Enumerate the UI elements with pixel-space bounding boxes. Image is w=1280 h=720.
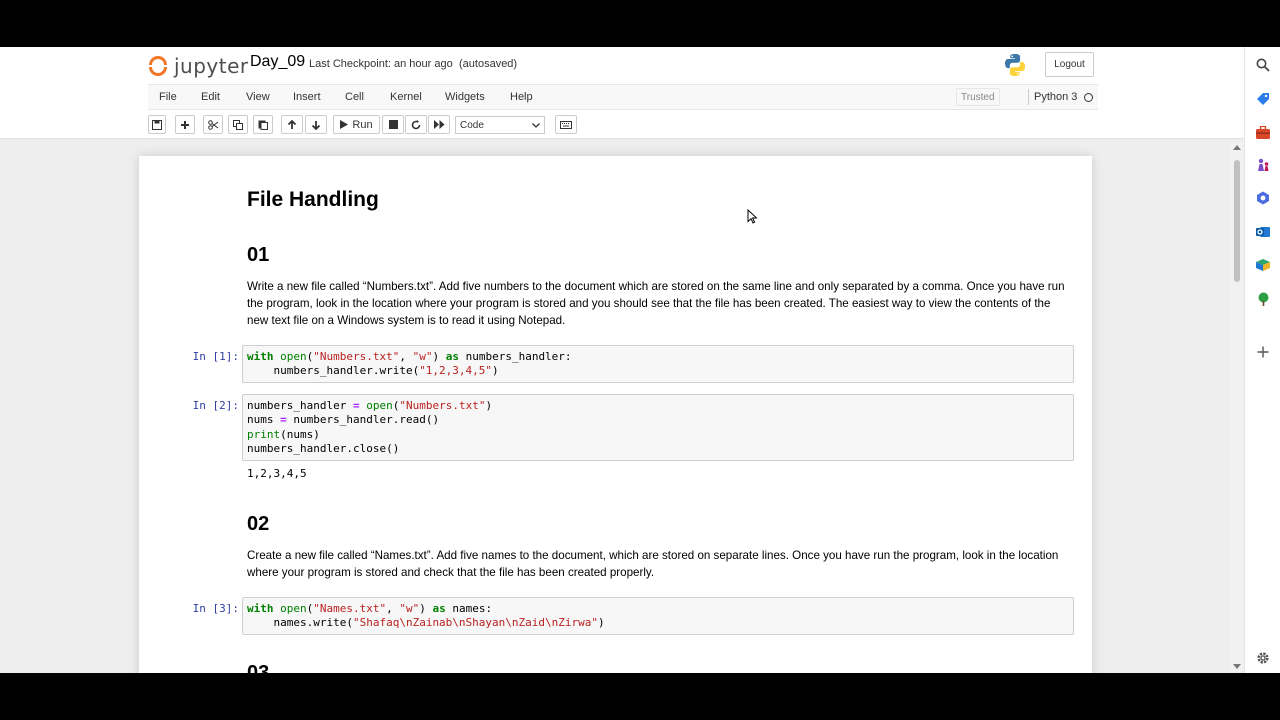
logout-button[interactable]: Logout (1045, 52, 1094, 77)
section-heading-03: 03 (247, 662, 270, 673)
logo-text: jupyter (174, 54, 249, 78)
browser-sidebar (1244, 47, 1280, 673)
keyboard-icon (560, 120, 572, 129)
chess-icon[interactable] (1255, 157, 1271, 173)
cell-type-value: Code (460, 119, 484, 131)
menu-bar: File Edit View Insert Cell Kernel Widget… (148, 84, 1098, 110)
checkpoint-status: Last Checkpoint: an hour ago (309, 58, 453, 70)
jupyter-logo-icon (148, 55, 168, 77)
paste-icon (258, 120, 268, 130)
arrow-up-icon (287, 119, 297, 129)
scroll-up-icon[interactable] (1233, 145, 1241, 150)
menu-file[interactable]: File (159, 91, 177, 103)
drive-icon[interactable] (1255, 257, 1271, 273)
scissors-icon (207, 119, 218, 130)
copy-button[interactable] (228, 115, 248, 134)
refresh-icon (411, 119, 421, 129)
move-up-button[interactable] (281, 115, 303, 134)
notebook-header-area: jupyter Day_09 Last Checkpoint: an hour … (0, 47, 1244, 139)
fast-forward-icon (433, 120, 444, 129)
save-button[interactable] (148, 115, 166, 134)
run-label: Run (352, 118, 373, 131)
kernel-status-icon (1084, 93, 1093, 102)
restart-run-all-button[interactable] (428, 115, 450, 134)
tag-icon[interactable] (1255, 91, 1271, 107)
browser-viewport: jupyter Day_09 Last Checkpoint: an hour … (0, 47, 1280, 673)
plus-icon[interactable] (1255, 344, 1271, 360)
stop-icon (388, 120, 398, 129)
menu-kernel[interactable]: Kernel (390, 91, 422, 103)
kernel-separator (1028, 89, 1029, 105)
copilot-icon[interactable] (1255, 190, 1271, 206)
cell-prompt-1: In [1]: (192, 350, 239, 363)
chevron-down-icon (532, 122, 540, 128)
command-palette-button[interactable] (555, 115, 577, 134)
restart-button[interactable] (405, 115, 427, 134)
section-text-01: Write a new file called “Numbers.txt”. A… (247, 280, 1065, 327)
menu-view[interactable]: View (246, 91, 270, 103)
play-icon (340, 120, 349, 129)
page-scrollbar[interactable] (1231, 142, 1243, 672)
code-cell-2[interactable]: numbers_handler = open("Numbers.txt") nu… (242, 394, 1074, 461)
scroll-down-icon[interactable] (1233, 664, 1241, 669)
run-button[interactable]: Run (333, 115, 380, 134)
trusted-badge[interactable]: Trusted (956, 88, 1000, 106)
menu-cell[interactable]: Cell (345, 91, 364, 103)
notebook-title: File Handling (247, 188, 379, 211)
menu-insert[interactable]: Insert (293, 91, 321, 103)
move-down-button[interactable] (305, 115, 327, 134)
cut-button[interactable] (203, 115, 223, 134)
python-logo-icon (1005, 54, 1025, 76)
tree-icon[interactable] (1255, 291, 1271, 307)
jupyter-logo[interactable]: jupyter (148, 53, 249, 79)
plus-icon (181, 120, 189, 129)
autosave-status: (autosaved) (459, 58, 518, 70)
search-icon[interactable] (1255, 57, 1271, 73)
section-heading-01: 01 (247, 244, 270, 266)
cell-prompt-2: In [2]: (192, 399, 239, 412)
copy-icon (233, 119, 243, 130)
cell-prompt-3: In [3]: (192, 602, 239, 615)
menu-widgets[interactable]: Widgets (445, 91, 485, 103)
kernel-name: Python 3 (1034, 91, 1078, 103)
section-heading-02: 02 (247, 513, 270, 535)
paste-button[interactable] (253, 115, 273, 134)
toolbox-icon[interactable] (1255, 124, 1271, 140)
cell-type-select[interactable]: Code (455, 116, 545, 134)
scroll-thumb[interactable] (1234, 160, 1240, 282)
arrow-down-icon (311, 120, 321, 130)
cell-output-2: 1,2,3,4,5 (247, 467, 307, 480)
interrupt-button[interactable] (382, 115, 404, 134)
insert-cell-button[interactable] (175, 115, 195, 134)
mouse-cursor-icon (747, 209, 757, 224)
save-icon (152, 119, 162, 130)
header: jupyter Day_09 Last Checkpoint: an hour … (148, 47, 1098, 84)
code-cell-1[interactable]: with open("Numbers.txt", "w") as numbers… (242, 345, 1074, 383)
section-text-02: Create a new file called “Names.txt”. Ad… (247, 549, 1059, 579)
settings-icon[interactable] (1255, 650, 1271, 666)
menu-edit[interactable]: Edit (201, 91, 220, 103)
code-cell-3[interactable]: with open("Names.txt", "w") as names: na… (242, 597, 1074, 635)
notebook-name[interactable]: Day_09 (250, 53, 305, 71)
notebook-container: File Handling 01 Write a new file called… (139, 156, 1092, 673)
toolbar: Run Code (148, 113, 1098, 137)
outlook-icon[interactable] (1255, 224, 1271, 240)
menu-help[interactable]: Help (510, 91, 533, 103)
